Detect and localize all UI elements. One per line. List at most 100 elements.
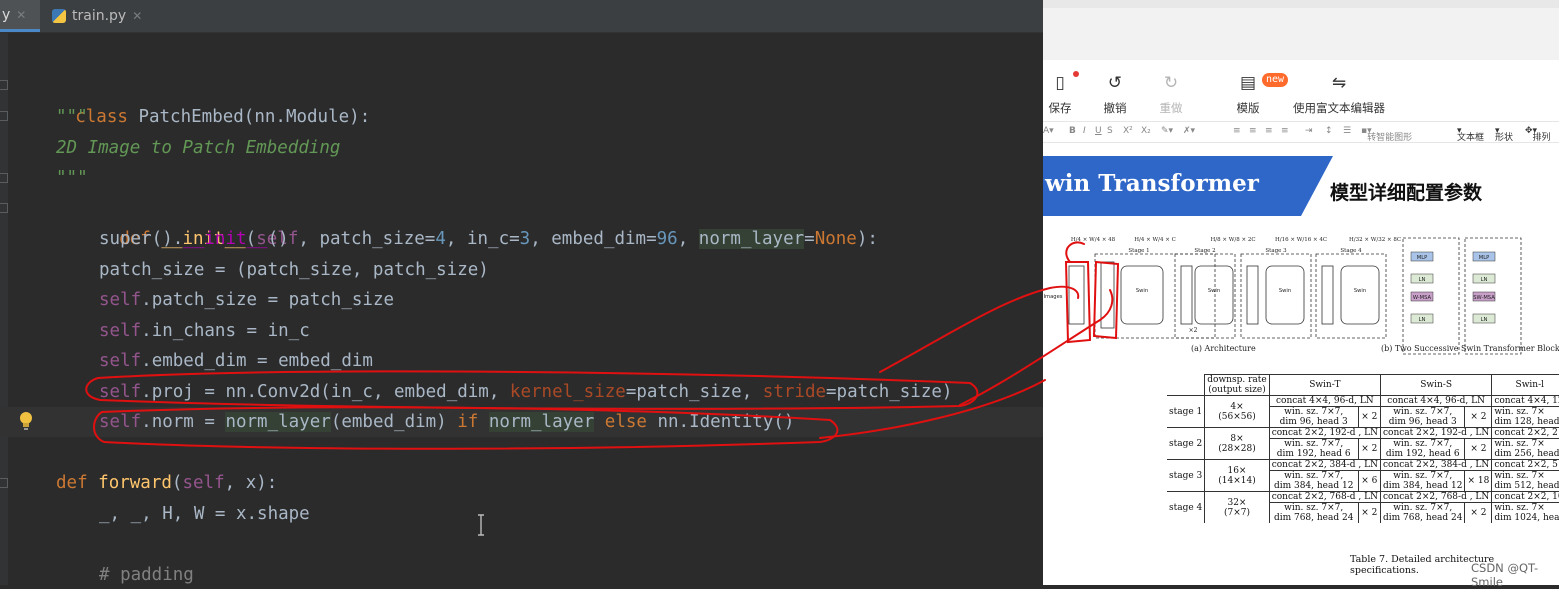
header-cell: Swin-l <box>1491 374 1559 396</box>
redo-button[interactable]: ↻ 重做 <box>1156 72 1186 116</box>
header-cell: downsp. rate (output size) <box>1204 374 1270 396</box>
bold-icon[interactable]: B <box>1069 126 1076 136</box>
save-label: 保存 <box>1048 101 1072 115</box>
repeat-cell: × 2 <box>1464 502 1493 523</box>
slide-image: win Transformer 模型详细配置参数 ×2 MLP LN W-MSA… <box>1043 152 1559 576</box>
ln-label: LN <box>1419 277 1426 283</box>
stage-label: Stage 2 <box>1194 248 1215 254</box>
smart-shape-button[interactable]: ▪ 转智能图形 ▾ <box>1361 126 1412 143</box>
architecture-diagram: ×2 MLP LN W-MSA LN MLP LN SW-MSA LN Imag… <box>1044 237 1522 355</box>
strikethrough-icon[interactable]: S <box>1107 126 1113 136</box>
blocks-caption: (b) Two Successive Swin Transformer Bloc… <box>1381 344 1559 353</box>
block-boxes <box>1410 251 1496 324</box>
slide-title: win Transformer <box>1045 170 1259 197</box>
font-color-icon[interactable]: A▾ <box>1043 126 1054 136</box>
highlight-icon[interactable]: ✎▾ <box>1161 126 1173 136</box>
rate-cell: 32× (7×7) <box>1204 491 1270 523</box>
indent-icon[interactable]: ⇥ <box>1305 126 1313 136</box>
table-row: stage 2 8× (28×28) concat 2×2, 192-d , LN… <box>1167 427 1559 460</box>
header-cell: Swin-S <box>1379 374 1493 396</box>
list-icon[interactable]: ☰ <box>1343 126 1351 136</box>
editor-panel: ▯ 保存 ↺ 撤销 ↻ 重做 ▤ 模版 ⇋ 使用富文本编辑器 A▾ B I U … <box>1043 0 1559 585</box>
clear-format-icon[interactable]: ✗▾ <box>1183 126 1195 136</box>
size-text: (7×7) <box>1223 507 1250 518</box>
concat-cell: concat 2×2, 192-d , LN <box>1379 427 1493 439</box>
tab-train-py[interactable]: train.py ✕ <box>46 0 142 32</box>
concat-cell: concat 2×2, 768-d , LN <box>1268 491 1381 503</box>
concat-cell: concat 2×2, 384-d , LN <box>1379 459 1493 471</box>
text-box-button[interactable]: 文本框 ▾ <box>1457 126 1484 143</box>
block-cell: win. sz. 7×7, dim 96, head 3 <box>1379 406 1466 428</box>
swin-block-label: Swin <box>1136 288 1148 294</box>
block-cell: win. sz. 7× dim 128, head <box>1491 406 1559 428</box>
swin-block-label: Swin <box>1354 288 1366 294</box>
header-cell: Swin-T <box>1268 374 1381 396</box>
editor-gutter <box>0 33 8 585</box>
dim-text: dim 256, head <box>1494 449 1559 459</box>
template-button[interactable]: ▤ 模版 <box>1231 72 1265 116</box>
subscript-icon[interactable]: X₂ <box>1141 126 1151 136</box>
win-text: win. sz. 7×7, <box>1393 439 1453 449</box>
justify-icon[interactable]: ≡ <box>1281 126 1289 136</box>
tab-label: y <box>2 6 11 23</box>
block-cell: win. sz. 7×7, dim 192, head 6 <box>1268 438 1359 460</box>
underline-icon[interactable]: U <box>1095 126 1102 136</box>
repeat-cell: × 6 <box>1357 470 1381 492</box>
redo-icon: ↻ <box>1163 73 1179 93</box>
undo-button[interactable]: ↺ 撤销 <box>1100 72 1130 116</box>
win-text: win. sz. 7× <box>1494 439 1545 449</box>
stage-cell: stage 3 <box>1167 459 1206 492</box>
stage-repeat: ×2 <box>1189 327 1198 334</box>
arrange-button[interactable]: ✥ 排列 ▾ <box>1525 126 1551 143</box>
lightbulb-icon[interactable] <box>19 411 33 431</box>
block-cell: win. sz. 7×7, dim 384, head 12 <box>1268 470 1359 492</box>
shape-button[interactable]: 形状 ▾ <box>1495 126 1513 143</box>
repeat-cell: × 2 <box>1357 438 1381 460</box>
code-line: super().__init__() <box>99 229 289 249</box>
code-line: self.patch_size = patch_size <box>99 290 395 310</box>
win-text: win. sz. 7×7, <box>1284 439 1344 449</box>
repeat-cell: × 2 <box>1464 406 1493 428</box>
win-text: win. sz. 7×7, <box>1393 407 1453 417</box>
dim-text: dim 384, head 12 <box>1273 481 1354 491</box>
concat-cell: concat 2×2, 192-d , LN <box>1268 427 1381 439</box>
dim-label: H/8 × W/8 × 2C <box>1210 237 1255 243</box>
swin-block-label: Swin <box>1208 288 1220 294</box>
line-spacing-icon[interactable]: ↕ <box>1325 126 1333 136</box>
superscript-icon[interactable]: X² <box>1123 126 1133 136</box>
code-line: def forward(self, x): <box>56 473 278 493</box>
save-button[interactable]: ▯ 保存 <box>1045 72 1075 116</box>
unsaved-dot-icon <box>1073 71 1079 77</box>
mlp-label: MLP <box>1417 255 1428 261</box>
tab-model-py[interactable]: y ✕ <box>0 0 40 32</box>
fold-marker-icon[interactable] <box>0 80 8 90</box>
repeat-cell: × 2 <box>1357 406 1381 428</box>
stage-label: Stage 1 <box>1128 248 1149 254</box>
fold-marker-icon[interactable] <box>0 173 8 183</box>
code-line: self.proj = nn.Conv2d(in_c, embed_dim, k… <box>99 382 953 402</box>
concat-cell: concat 2×2, 384-d , LN <box>1268 459 1381 471</box>
fold-marker-icon[interactable] <box>0 203 8 213</box>
block-cell: win. sz. 7×7, dim 768, head 24 <box>1379 502 1466 523</box>
win-text: win. sz. 7×7, <box>1284 471 1344 481</box>
align-center-icon[interactable]: ≡ <box>1249 126 1257 136</box>
rate-text: 16× <box>1227 465 1247 476</box>
close-icon[interactable]: ✕ <box>132 9 142 23</box>
dim-text: dim 192, head 6 <box>1276 449 1351 459</box>
table-header-row: downsp. rate (output size) Swin-T Swin-S … <box>1167 374 1559 396</box>
align-right-icon[interactable]: ≡ <box>1265 126 1273 136</box>
code-line: self.in_chans = in_c <box>99 321 310 341</box>
rate-text: 8× <box>1230 433 1244 444</box>
code-line: """ <box>56 107 88 127</box>
code-line: class PatchEmbed(nn.Module): <box>75 107 371 127</box>
rich-editor-label: 使用富文本编辑器 <box>1293 101 1385 115</box>
rich-editor-button[interactable]: ⇋ 使用富文本编辑器 <box>1289 72 1389 116</box>
shape-label: 形状 <box>1495 133 1514 143</box>
align-left-icon[interactable]: ≡ <box>1233 126 1241 136</box>
fold-marker-icon[interactable] <box>0 111 8 121</box>
close-icon[interactable]: ✕ <box>16 8 26 22</box>
fold-marker-icon[interactable] <box>0 478 8 488</box>
code-editor: y ✕ train.py ✕ class PatchEmbed(nn.Modul… <box>0 0 1043 585</box>
italic-icon[interactable]: I <box>1083 126 1086 136</box>
concat-cell: concat 2×2, 2 <box>1491 427 1559 439</box>
